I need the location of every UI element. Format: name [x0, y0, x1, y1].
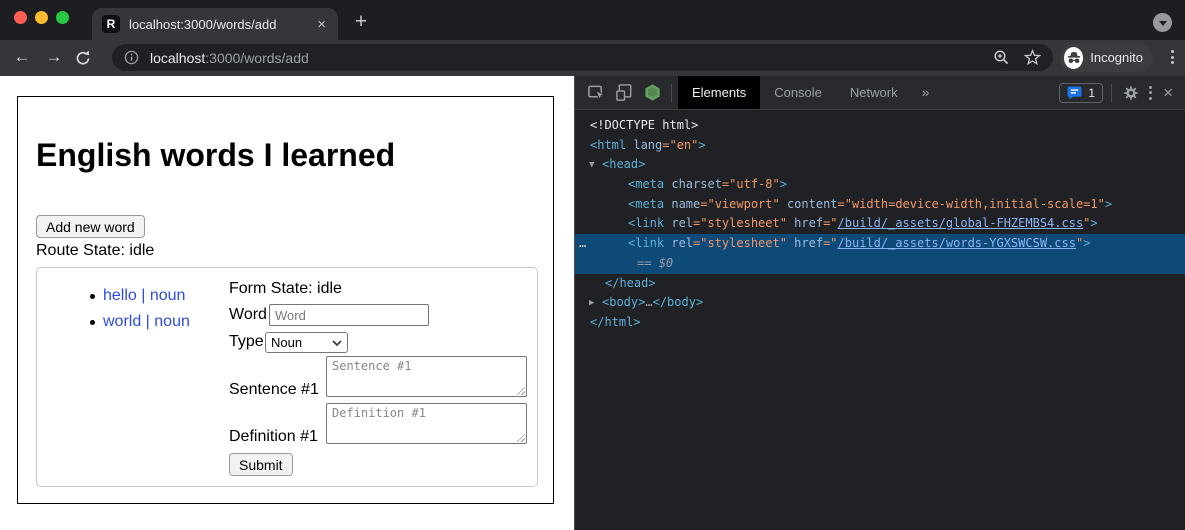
issues-bubble-icon — [1067, 86, 1082, 100]
device-toolbar-icon[interactable] — [613, 82, 635, 104]
devtools-menu-icon[interactable] — [1149, 86, 1152, 100]
devtools-tab-elements[interactable]: Elements — [678, 76, 760, 109]
code-line[interactable]: <html lang="en"> — [575, 136, 1185, 156]
word-list: hello | noun world | noun — [103, 283, 190, 335]
stylesheet-link[interactable]: /build/_assets/words-YGXSWCSW.css — [838, 236, 1076, 250]
word-link[interactable]: hello | noun — [103, 287, 185, 304]
address-bar[interactable]: localhost:3000/words/add — [112, 44, 1053, 71]
issues-counter[interactable]: 1 — [1059, 83, 1103, 103]
toolbar-separator — [671, 84, 672, 102]
close-window-button[interactable] — [14, 11, 27, 24]
route-state-text: Route State: idle — [36, 242, 154, 260]
back-button[interactable]: ← — [7, 40, 37, 76]
new-tab-button[interactable]: + — [348, 9, 374, 35]
type-select[interactable]: Noun — [265, 332, 348, 353]
browser-controls-icon[interactable] — [1153, 13, 1172, 32]
sentence-label: Sentence #1 — [229, 381, 319, 399]
definition-label: Definition #1 — [229, 428, 318, 446]
site-info-icon[interactable] — [124, 50, 139, 65]
code-line[interactable]: == $0 — [575, 254, 1185, 274]
page-container: English words I learned Add new word Rou… — [17, 96, 554, 504]
word-input[interactable] — [269, 304, 429, 326]
sentence-textarea[interactable] — [326, 356, 527, 397]
url-text: localhost:3000/words/add — [150, 50, 309, 66]
incognito-badge[interactable]: Incognito — [1060, 43, 1153, 72]
form-state-text: Form State: idle — [229, 280, 342, 298]
reload-button[interactable] — [74, 49, 92, 67]
browser-toolbar: ← → localhost:3000/words/add — [0, 40, 1185, 76]
browser-menu-icon[interactable] — [1171, 50, 1174, 64]
issues-count: 1 — [1088, 86, 1095, 100]
stylesheet-link[interactable]: /build/_assets/global-FHZEMBS4.css — [838, 216, 1084, 230]
macos-traffic-lights — [14, 11, 69, 24]
tab-close-icon[interactable]: × — [315, 17, 328, 32]
incognito-icon — [1064, 47, 1083, 69]
toolbar-separator — [1111, 84, 1112, 102]
devtools-toolbar: ElementsConsoleNetwork » 1 — [575, 76, 1185, 110]
word-label: Word — [229, 306, 267, 324]
definition-textarea[interactable] — [326, 403, 527, 444]
more-panels-icon[interactable]: » — [912, 76, 940, 109]
devtools-tab-list: ElementsConsoleNetwork — [678, 76, 912, 109]
word-list-item: hello | noun — [103, 283, 190, 309]
word-list-item: world | noun — [103, 309, 190, 335]
code-line[interactable]: <meta name="viewport" content="width=dev… — [575, 195, 1185, 215]
code-line[interactable]: <link rel="stylesheet" href="/build/_ass… — [575, 214, 1185, 234]
minimize-window-button[interactable] — [35, 11, 48, 24]
code-line[interactable]: ▶<body>…</body> — [575, 293, 1185, 313]
tab-strip: R localhost:3000/words/add × + — [0, 0, 1185, 40]
settings-gear-icon[interactable] — [1123, 85, 1139, 101]
browser-tab[interactable]: R localhost:3000/words/add × — [92, 8, 338, 40]
inspect-element-icon[interactable] — [585, 82, 607, 104]
tab-title: localhost:3000/words/add — [129, 17, 315, 32]
submit-button[interactable]: Submit — [229, 453, 293, 476]
fullscreen-window-button[interactable] — [56, 11, 69, 24]
zoom-level-icon[interactable] — [993, 49, 1010, 66]
words-panel: hello | noun world | noun Form State: idl… — [36, 267, 538, 487]
code-line[interactable]: ▼<head> — [575, 155, 1185, 175]
web-page: English words I learned Add new word Rou… — [0, 76, 574, 530]
add-new-word-button[interactable]: Add new word — [36, 215, 145, 238]
code-line[interactable]: </head> — [575, 274, 1185, 294]
code-line[interactable]: …<link rel="stylesheet" href="/build/_as… — [575, 234, 1185, 254]
code-line[interactable]: <meta charset="utf-8"> — [575, 175, 1185, 195]
code-line[interactable]: <!DOCTYPE html> — [575, 116, 1185, 136]
devtools-close-icon[interactable]: × — [1163, 84, 1173, 101]
bookmark-star-icon[interactable] — [1024, 49, 1041, 66]
devtools-tab-console[interactable]: Console — [760, 76, 836, 109]
devtools-tab-network[interactable]: Network — [836, 76, 912, 109]
forward-button[interactable]: → — [39, 40, 69, 76]
code-line[interactable]: </html> — [575, 313, 1185, 333]
page-title: English words I learned — [36, 137, 395, 174]
extension-hexagon-icon[interactable] — [641, 82, 663, 104]
devtools-panel: ElementsConsoleNetwork » 1 — [574, 76, 1185, 530]
incognito-label: Incognito — [1090, 50, 1143, 65]
remix-favicon: R — [102, 15, 120, 33]
node-overflow-icon[interactable]: … — [579, 234, 587, 254]
reload-icon — [74, 49, 92, 67]
browser-window: R localhost:3000/words/add × + ← → loc — [0, 0, 1185, 530]
word-link[interactable]: world | noun — [103, 313, 190, 330]
type-label: Type — [229, 333, 264, 351]
devtools-code: <!DOCTYPE html><html lang="en">▼<head><m… — [575, 110, 1185, 333]
